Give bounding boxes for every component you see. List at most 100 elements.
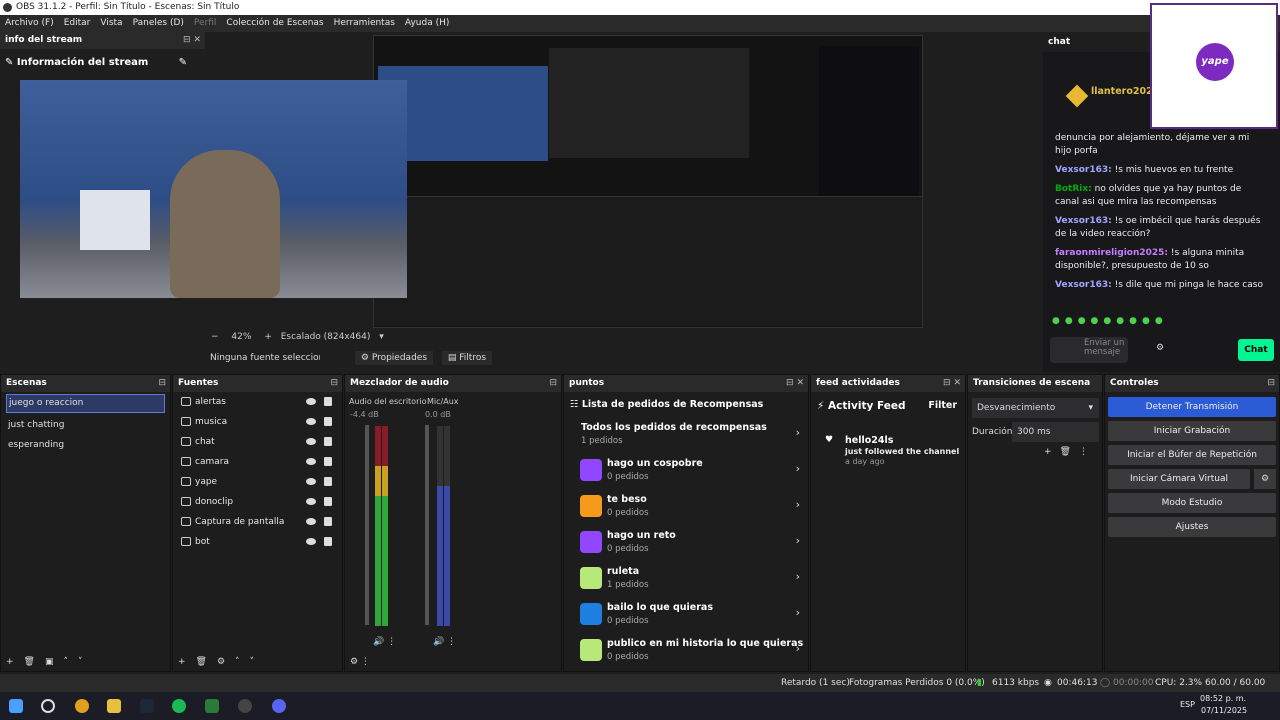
feed-event: just followed the channel (845, 447, 960, 456)
nested-docks (374, 196, 922, 326)
duration-input[interactable]: 300 ms (1012, 422, 1099, 442)
spotify-icon[interactable] (172, 699, 186, 713)
lock-icon (324, 477, 332, 486)
menu-paneles[interactable]: Paneles (D) (128, 15, 189, 32)
menu-perfil[interactable]: Perfil (189, 15, 222, 32)
eye-icon (306, 518, 316, 525)
eye-icon (306, 438, 316, 445)
menu-archivo[interactable]: Archivo (F) (0, 15, 59, 32)
transition-select[interactable]: Desvanecimiento ▾ (972, 398, 1099, 418)
mixer-settings-icon[interactable]: ⚙ ⋮ (350, 657, 370, 667)
source-toolbar-buttons[interactable]: +🗑⚙˄˅ (178, 657, 264, 667)
reward-all[interactable]: Todos los pedidos de recompensas 1 pedido… (564, 417, 808, 453)
scene-item[interactable]: esperanding (1, 435, 170, 455)
yape-logo: yape (1196, 43, 1234, 81)
volume-slider[interactable] (425, 425, 429, 625)
source-item[interactable]: yape (173, 472, 342, 492)
virtual-camera-button[interactable]: Iniciar Cámara Virtual (1108, 469, 1250, 489)
feed-title: feed actividades ⊟ ✕ (811, 375, 965, 392)
settings-icon[interactable]: ⚙ (1156, 343, 1164, 353)
source-item[interactable]: camara (173, 452, 342, 472)
source-item[interactable]: alertas (173, 392, 342, 412)
filter-button[interactable]: Filter (928, 400, 957, 411)
studio-mode-button[interactable]: Modo Estudio (1108, 493, 1276, 513)
window-title: OBS 31.1.2 - Perfil: Sin Título - Escena… (16, 2, 240, 12)
stop-stream-button[interactable]: Detener Transmisión (1108, 397, 1276, 417)
dropped-frames: Fotogramas Perdidos 0 (0.0%) (849, 678, 985, 688)
webcam-feed (20, 80, 407, 298)
scene-item[interactable]: just chatting (1, 415, 170, 435)
clock-time[interactable]: 08:52 p. m. (1200, 694, 1246, 703)
audio-meter (444, 426, 450, 626)
reward-item[interactable]: bailo lo que quieras 0 pedidos › (564, 597, 808, 633)
scenes-title: Escenas ⊟ (1, 375, 170, 392)
eye-icon (306, 538, 316, 545)
yape-qr-code: yape (1150, 3, 1278, 129)
taskbar: ESP 08:52 p. m. 07/11/2025 (0, 692, 1280, 720)
status-bar: Retardo (1 sec) Fotogramas Perdidos 0 (0… (0, 674, 1280, 706)
start-recording-button[interactable]: Iniciar Grabación (1108, 421, 1276, 441)
source-item[interactable]: musica (173, 412, 342, 432)
duration-label: Duración (972, 427, 1013, 437)
mute-icon[interactable]: 🔊 ⋮ (373, 637, 396, 647)
scene-item[interactable]: juego o reaccion (6, 394, 165, 413)
source-item[interactable]: bot (173, 532, 342, 552)
chat-message: Vexsor163: !s mis huevos en tu frente (1055, 165, 1234, 175)
folder-icon[interactable] (107, 699, 121, 713)
chat-input[interactable]: Enviar un mensaje (1050, 337, 1128, 363)
reward-item[interactable]: ruleta 1 pedidos › (564, 561, 808, 597)
reward-item[interactable]: publico en mi historia lo que quieras 0 p… (564, 633, 808, 669)
chat-messages: denuncia por alejamiento, déjame ver a m… (1055, 132, 1265, 298)
source-toolbar: Ninguna fuente seleccionada ⚙ Propiedade… (205, 348, 1040, 370)
chrome-icon[interactable] (75, 699, 89, 713)
chat-message: Vexsor163: !s oe imbécil que harás despu… (1055, 216, 1261, 239)
badge-icon (1065, 84, 1089, 108)
lock-icon (324, 537, 332, 546)
menu-bar: Archivo (F) Editar Vista Paneles (D) Perfil C… (0, 15, 1280, 32)
discord-icon[interactable] (272, 699, 286, 713)
source-item[interactable]: Captura de pantalla (173, 512, 342, 532)
source-item[interactable]: chat (173, 432, 342, 452)
replay-buffer-button[interactable]: Iniciar el Búfer de Repetición (1108, 445, 1276, 465)
menu-coleccion[interactable]: Colección de Escenas (221, 15, 328, 32)
steam-icon[interactable] (140, 699, 154, 713)
scene-toolbar[interactable]: +🗑▣˄˅ (6, 657, 92, 667)
obs-logo-icon (3, 3, 12, 12)
source-item[interactable]: donoclip (173, 492, 342, 512)
scale-label[interactable]: Escalado (824x464) (281, 332, 371, 342)
mute-icon[interactable]: 🔊 ⋮ (433, 637, 456, 647)
obs-icon[interactable] (238, 699, 252, 713)
reward-item[interactable]: hago un reto 0 pedidos › (564, 525, 808, 561)
settings-button[interactable]: Ajustes (1108, 517, 1276, 537)
clock-date[interactable]: 07/11/2025 (1201, 706, 1247, 715)
filters-button[interactable]: ▤ Filtros (441, 351, 493, 365)
chat-send-button[interactable]: Chat (1238, 339, 1274, 361)
language[interactable]: ESP (1180, 700, 1195, 709)
menu-ayuda[interactable]: Ayuda (H) (400, 15, 454, 32)
zoom-out-button[interactable]: − (211, 332, 219, 342)
chevron-down-icon[interactable]: ▾ (379, 332, 384, 342)
virtual-camera-settings-icon[interactable]: ⚙ (1254, 469, 1276, 489)
transitions-dock: Transiciones de escena Desvanecimiento ▾ … (967, 374, 1103, 672)
chat-message: denuncia por alejamiento, déjame ver a m… (1055, 133, 1250, 156)
search-icon[interactable] (41, 699, 55, 713)
nested-screen (549, 48, 749, 158)
reward-item[interactable]: hago un cospobre 0 pedidos › (564, 453, 808, 489)
zoom-in-button[interactable]: + (264, 332, 272, 342)
channel-db: -4.4 dB (350, 410, 379, 419)
menu-herramientas[interactable]: Herramientas (329, 15, 400, 32)
reward-item[interactable]: te beso 0 pedidos › (564, 489, 808, 525)
windows-start-icon[interactable] (9, 699, 23, 713)
volume-slider[interactable] (365, 425, 369, 625)
properties-button[interactable]: ⚙ Propiedades (354, 351, 434, 365)
transition-toolbar[interactable]: +🗑⋮ (1044, 447, 1096, 457)
menu-editar[interactable]: Editar (59, 15, 96, 32)
live-icon: ◉ (1044, 678, 1052, 688)
menu-vista[interactable]: Vista (95, 15, 127, 32)
title-bar: OBS 31.1.2 - Perfil: Sin Título - Escena… (0, 0, 1280, 15)
app-icon[interactable] (205, 699, 219, 713)
chat-message: faraonmireligion2025: !s alguna minita d… (1055, 248, 1245, 271)
emote-row[interactable]: ●●●●●●●●● (1052, 316, 1232, 328)
edit-icon[interactable]: ✎ (179, 57, 187, 68)
dock-close-icon[interactable]: ⊟ ✕ (183, 32, 201, 49)
